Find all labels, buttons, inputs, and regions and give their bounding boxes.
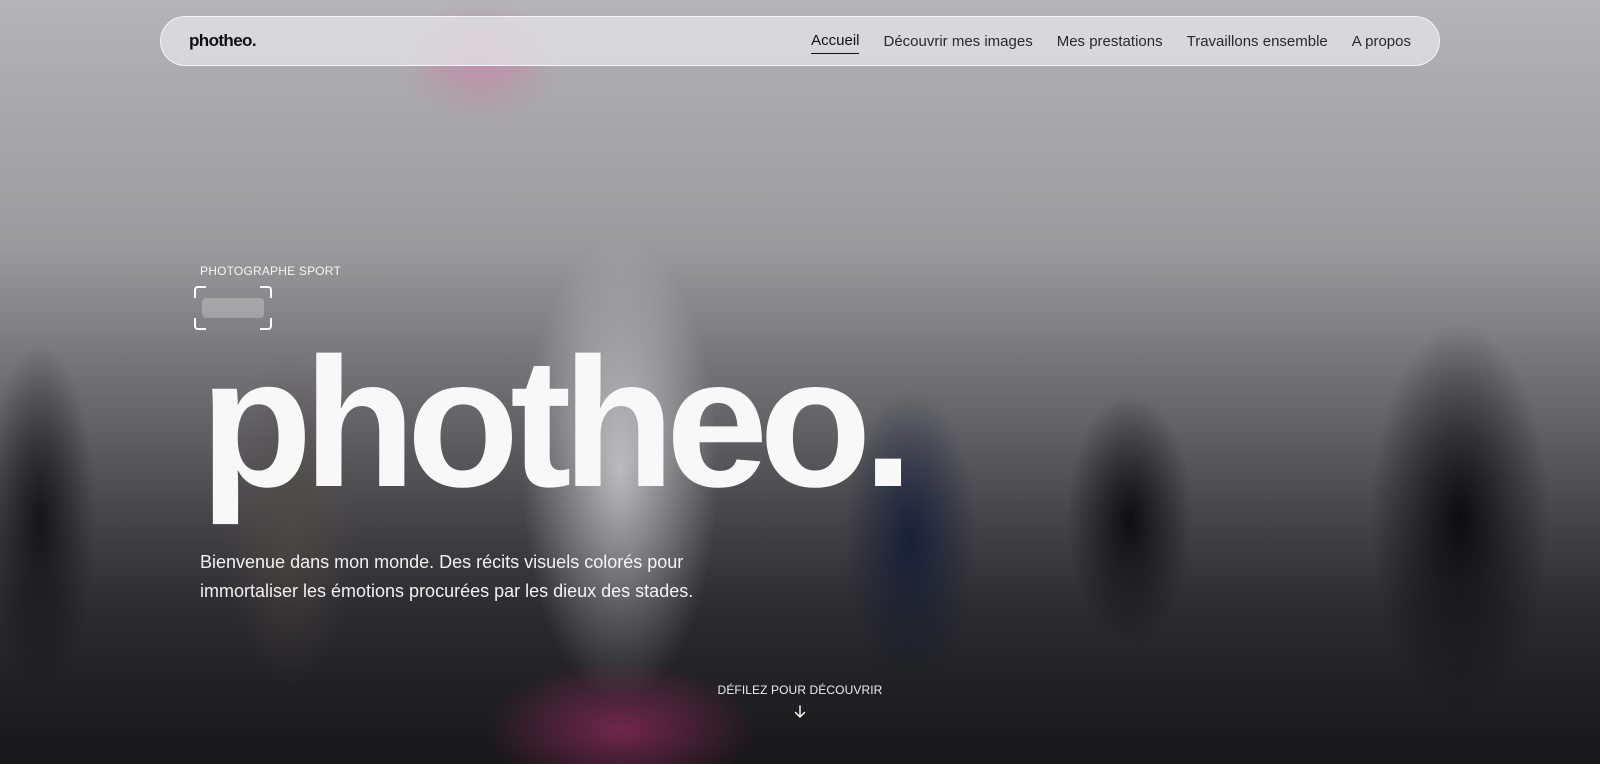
brand-name: photheo: [189, 31, 252, 50]
nav-link-accueil[interactable]: Accueil: [811, 28, 860, 54]
scroll-label: DÉFILEZ POUR DÉCOUVRIR: [717, 683, 883, 697]
nav-link-a-propos[interactable]: A propos: [1352, 29, 1411, 54]
brand-dot: .: [251, 31, 257, 50]
frame-corner: [260, 286, 272, 298]
nav-link-mes-prestations[interactable]: Mes prestations: [1057, 29, 1163, 54]
hero-description: Bienvenue dans mon monde. Des récits vis…: [200, 552, 694, 601]
hero-eyebrow: PHOTOGRAPHE SPORT: [200, 264, 341, 278]
hero-title-dot: .: [862, 319, 914, 525]
nav-link-decouvrir-mes-images[interactable]: Découvrir mes images: [883, 29, 1032, 54]
site-header: photheo. Accueil Découvrir mes images Me…: [160, 16, 1440, 66]
viewfinder-blur: [202, 298, 264, 318]
frame-corner: [194, 286, 206, 298]
brand-logo[interactable]: photheo.: [189, 31, 257, 51]
arrow-down-icon: [794, 705, 806, 718]
hero-title-text: photheo: [200, 319, 872, 525]
scroll-down-button[interactable]: DÉFILEZ POUR DÉCOUVRIR: [700, 683, 900, 719]
hero-title: photheo.: [200, 330, 914, 514]
nav-link-travaillons-ensemble[interactable]: Travaillons ensemble: [1187, 29, 1328, 54]
main-nav: Accueil Découvrir mes images Mes prestat…: [811, 28, 1411, 54]
